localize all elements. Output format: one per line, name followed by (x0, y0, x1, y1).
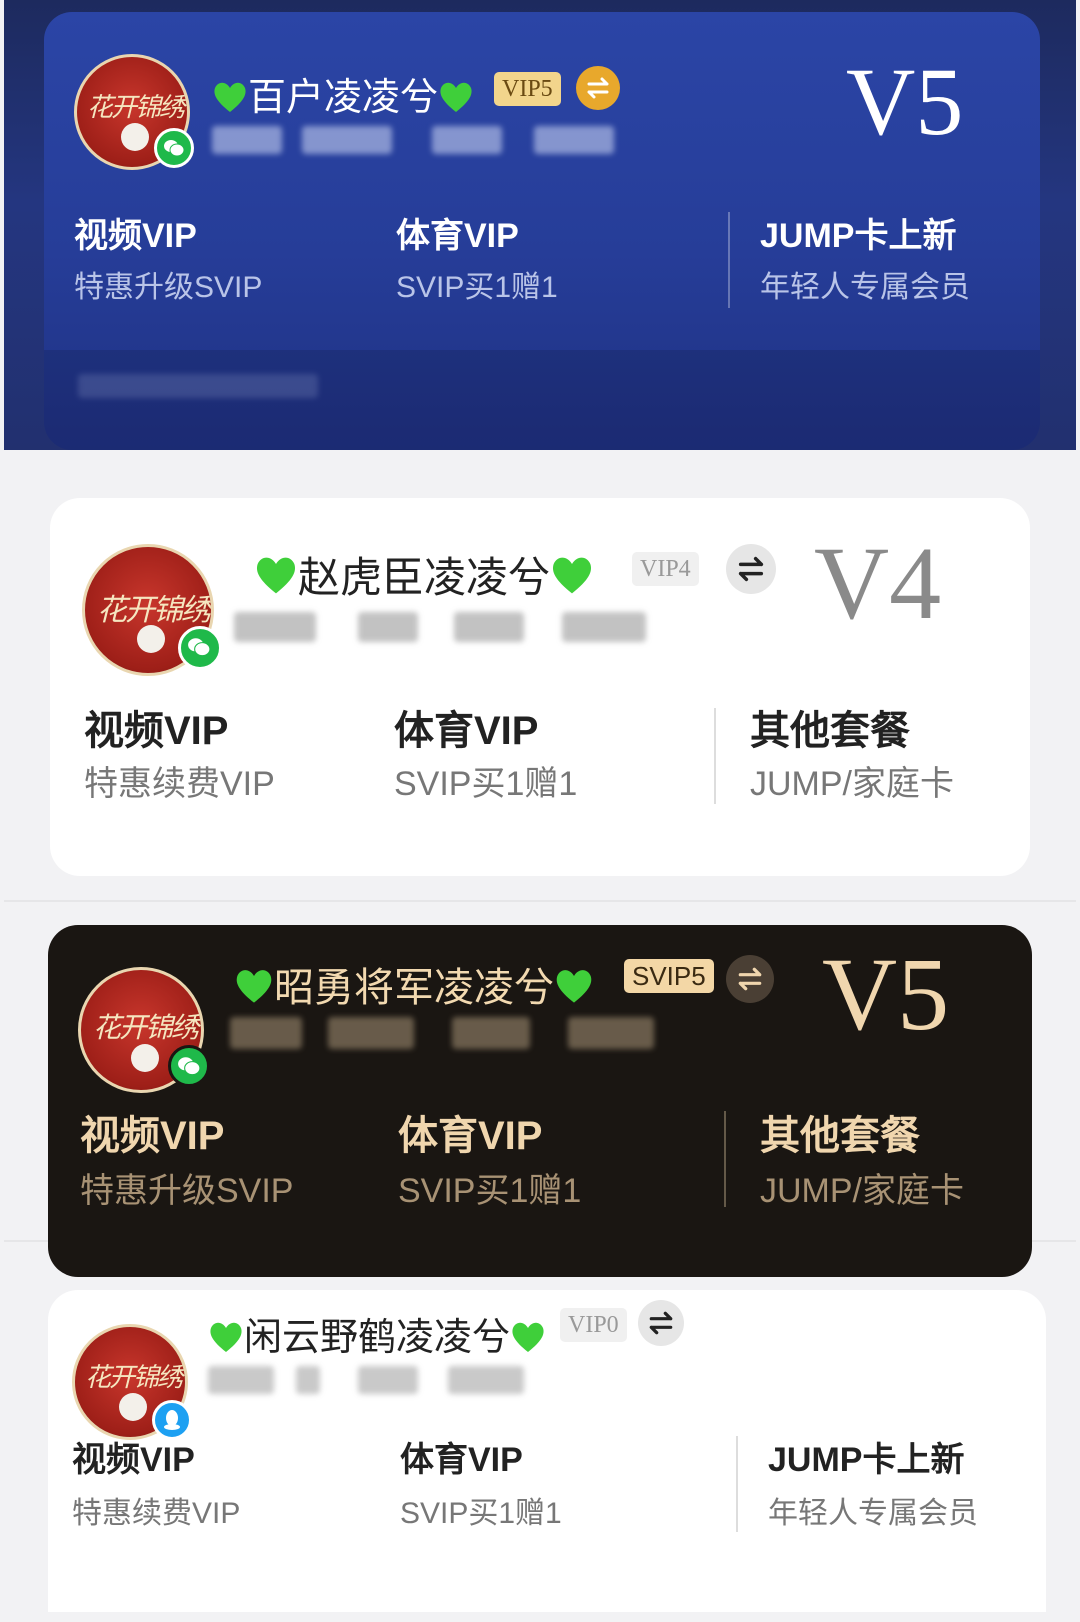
green-heart-icon (256, 557, 296, 594)
blurred-info (328, 1017, 414, 1049)
swap-arrows-icon[interactable] (726, 544, 776, 594)
benefit-title: 体育VIP (400, 1441, 523, 1479)
blurred-info (234, 612, 316, 642)
benefit-subtitle: SVIP买1赠1 (398, 1172, 582, 1210)
separator (4, 900, 1076, 902)
benefit-subtitle: SVIP买1赠1 (396, 271, 558, 304)
username-text: 闲云野鹤凌凌兮 (244, 1317, 511, 1359)
blurred-footer-text (78, 374, 318, 398)
benefit-title: 其他套餐 (750, 709, 910, 753)
blurred-info (358, 612, 418, 642)
green-heart-icon (552, 557, 592, 594)
green-heart-icon (214, 82, 246, 112)
benefit-subtitle: JUMP/家庭卡 (750, 765, 954, 803)
vip-card-3[interactable]: 花开锦绣 昭勇将军凌凌兮 SVIP5 V5 视频VIP 特惠升级SVIP 体育V… (48, 925, 1032, 1277)
blurred-info (230, 1017, 302, 1049)
avatar-face (131, 1044, 159, 1072)
vip-card-4[interactable]: 花开锦绣 闲云野鹤凌凌兮 VIP0 视频VIP 特惠续费VIP 体育VIP SV… (48, 1290, 1046, 1612)
wechat-icon (168, 1045, 210, 1087)
blurred-info (454, 612, 524, 642)
avatar-art: 花开锦绣 (87, 93, 185, 123)
wechat-icon (154, 128, 194, 168)
benefit-title: JUMP卡上新 (768, 1441, 965, 1479)
blurred-info (296, 1366, 320, 1394)
benefit-title: 视频VIP (84, 709, 229, 753)
benefit-title: 视频VIP (74, 217, 197, 255)
username-text: 赵虎臣凌凌兮 (298, 554, 551, 601)
benefit-subtitle: SVIP买1赠1 (400, 1497, 562, 1530)
column-divider (724, 1111, 726, 1207)
level-badge: V5 (846, 48, 964, 155)
swap-arrows-icon[interactable] (726, 955, 774, 1003)
vip-level-tag: VIP4 (632, 552, 699, 586)
benefit-subtitle: 特惠升级SVIP (80, 1172, 294, 1210)
level-badge: V5 (822, 937, 950, 1052)
avatar-face (137, 625, 165, 653)
blurred-info (358, 1366, 418, 1394)
benefit-subtitle: 特惠升级SVIP (74, 271, 263, 304)
blurred-info (568, 1017, 654, 1049)
benefit-title: 体育VIP (398, 1114, 543, 1158)
wechat-icon (178, 626, 222, 670)
blurred-info (452, 1017, 530, 1049)
benefit-subtitle: 特惠续费VIP (72, 1497, 241, 1530)
vip-level-tag: VIP5 (494, 72, 561, 106)
blurred-info (302, 126, 392, 154)
avatar-face (121, 123, 149, 151)
swap-arrows-icon[interactable] (576, 66, 620, 110)
level-badge: V4 (814, 526, 942, 641)
vip-card-1[interactable]: 花开锦绣 百户凌凌兮 VIP5 V5 视频VIP 特惠升级SVIP 体育VIP … (44, 12, 1040, 450)
benefit-title: 视频VIP (80, 1114, 225, 1158)
benefit-title: JUMP卡上新 (760, 217, 957, 255)
benefit-title: 体育VIP (394, 709, 539, 753)
blurred-info (448, 1366, 524, 1394)
benefit-subtitle: 年轻人专属会员 (760, 271, 970, 304)
card1-footer-band (44, 350, 1040, 450)
benefit-subtitle: JUMP/家庭卡 (760, 1172, 964, 1210)
username: 赵虎臣凌凌兮 (254, 544, 594, 605)
blurred-info (432, 126, 502, 154)
avatar-face (119, 1393, 147, 1421)
blurred-info (212, 126, 282, 154)
avatar-art: 花开锦绣 (97, 593, 211, 628)
green-heart-icon (440, 82, 472, 112)
avatar-art: 花开锦绣 (93, 1011, 199, 1044)
green-heart-icon (236, 970, 272, 1003)
blurred-info (562, 612, 646, 642)
benefit-title: 其他套餐 (760, 1114, 920, 1158)
column-divider (728, 212, 730, 308)
column-divider (714, 708, 716, 804)
column-divider (736, 1436, 738, 1532)
green-heart-icon (210, 1322, 242, 1352)
benefit-subtitle: 年轻人专属会员 (768, 1497, 978, 1530)
benefit-title: 视频VIP (72, 1441, 195, 1479)
green-heart-icon (556, 970, 592, 1003)
benefit-subtitle: 特惠续费VIP (84, 765, 275, 803)
vip-card-2[interactable]: 花开锦绣 赵虎臣凌凌兮 VIP4 V4 视频VIP 特惠续费VIP 体育VIP … (50, 498, 1030, 876)
username-text: 百户凌凌兮 (248, 77, 439, 119)
avatar-art: 花开锦绣 (85, 1363, 183, 1393)
blurred-info (534, 126, 614, 154)
benefit-title: 体育VIP (396, 217, 519, 255)
username: 闲云野鹤凌凌兮 (208, 1306, 546, 1361)
benefit-subtitle: SVIP买1赠1 (394, 765, 578, 803)
green-heart-icon (512, 1322, 544, 1352)
username: 昭勇将军凌凌兮 (234, 955, 594, 1013)
username: 百户凌凌兮 (212, 66, 474, 121)
blurred-info (208, 1366, 274, 1394)
swap-arrows-icon[interactable] (638, 1300, 684, 1346)
vip-level-tag: SVIP5 (624, 959, 714, 993)
username-text: 昭勇将军凌凌兮 (274, 966, 554, 1010)
vip-level-tag: VIP0 (560, 1308, 627, 1342)
